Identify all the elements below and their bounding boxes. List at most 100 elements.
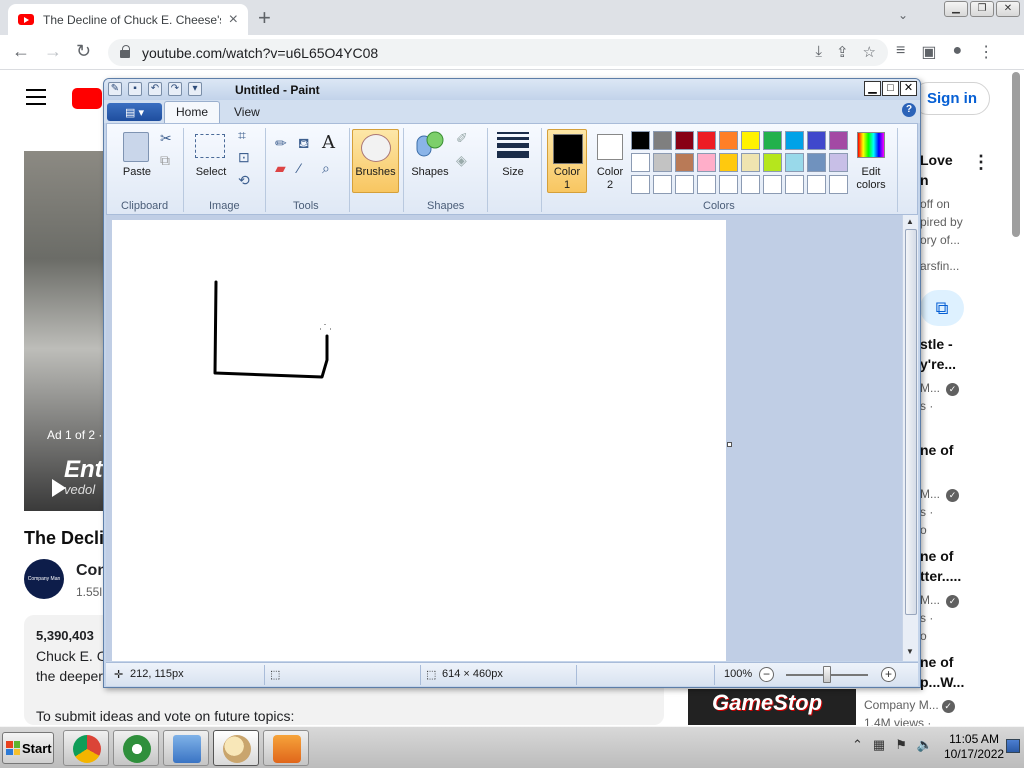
- scroll-thumb[interactable]: [905, 229, 917, 615]
- tab-close-icon[interactable]: ×: [229, 11, 238, 29]
- reload-icon[interactable]: ↻: [76, 41, 91, 62]
- drawing-canvas[interactable]: [112, 220, 726, 661]
- volume-icon[interactable]: 🔈: [917, 737, 933, 753]
- close-button[interactable]: ✕: [996, 1, 1020, 17]
- palette-swatch[interactable]: [653, 131, 672, 150]
- palette-swatch[interactable]: [741, 131, 760, 150]
- tab-home[interactable]: Home: [164, 101, 220, 124]
- related-video-title[interactable]: tter.....: [920, 568, 961, 584]
- hamburger-menu-icon[interactable]: [26, 89, 46, 110]
- restore-button[interactable]: ❐: [970, 1, 994, 17]
- related-video-title[interactable]: ne of: [920, 548, 953, 564]
- channel-avatar[interactable]: Company Man: [24, 559, 64, 599]
- palette-swatch[interactable]: [631, 175, 650, 194]
- paste-button[interactable]: Paste: [117, 166, 157, 178]
- palette-swatch[interactable]: [807, 131, 826, 150]
- outline-icon[interactable]: ✐: [456, 130, 468, 147]
- taskbar-chrome[interactable]: [63, 730, 109, 766]
- cut-icon[interactable]: ✂: [160, 130, 172, 147]
- palette-swatch[interactable]: [697, 131, 716, 150]
- network-icon[interactable]: ▦: [873, 737, 885, 753]
- forward-arrow-icon[interactable]: →: [44, 41, 62, 62]
- youtube-logo[interactable]: [72, 88, 102, 109]
- taskbar-paint[interactable]: [213, 730, 259, 766]
- side-panel-icon[interactable]: ▣: [921, 42, 936, 62]
- paint-app-icon[interactable]: ✎: [108, 82, 122, 96]
- shapes-icon[interactable]: [415, 130, 445, 160]
- install-icon[interactable]: ⤓: [815, 43, 822, 61]
- paint-maximize-button[interactable]: □: [882, 81, 899, 96]
- size-icon[interactable]: [497, 132, 529, 161]
- palette-swatch[interactable]: [785, 153, 804, 172]
- scroll-up-icon[interactable]: ▲: [906, 217, 914, 226]
- paste-icon[interactable]: [123, 132, 149, 162]
- palette-swatch[interactable]: [719, 175, 738, 194]
- action-center-icon[interactable]: ⚑: [895, 737, 907, 753]
- page-scrollbar[interactable]: [1012, 72, 1020, 237]
- open-external-icon[interactable]: ⧉: [920, 290, 964, 326]
- zoom-in-button[interactable]: +: [881, 667, 896, 682]
- canvas-resize-handle[interactable]: [727, 442, 732, 447]
- crop-icon[interactable]: ⌗: [238, 127, 246, 144]
- related-video-title[interactable]: ne of: [920, 442, 953, 458]
- magnifier-icon[interactable]: ⌕: [322, 160, 330, 177]
- system-clock[interactable]: 11:05 AM 10/17/2022: [944, 732, 1004, 762]
- related-video-title[interactable]: y're...: [920, 356, 956, 372]
- edit-colors-icon[interactable]: [857, 132, 885, 158]
- scroll-down-icon[interactable]: ▼: [906, 647, 914, 656]
- palette-swatch[interactable]: [653, 153, 672, 172]
- palette-swatch[interactable]: [675, 153, 694, 172]
- palette-swatch[interactable]: [807, 175, 826, 194]
- related-video-title[interactable]: Love: [920, 152, 953, 168]
- paint-close-button[interactable]: ✕: [900, 81, 917, 96]
- palette-swatch[interactable]: [763, 175, 782, 194]
- taskbar-media-player[interactable]: [113, 730, 159, 766]
- tab-search-icon[interactable]: ⌄: [898, 8, 908, 22]
- menu-kebab-icon[interactable]: ⋮: [978, 42, 994, 62]
- palette-swatch[interactable]: [763, 153, 782, 172]
- new-tab-button[interactable]: +: [258, 5, 271, 31]
- palette-swatch[interactable]: [763, 131, 782, 150]
- palette-swatch[interactable]: [675, 175, 694, 194]
- palette-swatch[interactable]: [631, 153, 650, 172]
- more-options-icon[interactable]: ⋮: [972, 152, 990, 173]
- save-icon[interactable]: ▪: [128, 82, 142, 96]
- back-arrow-icon[interactable]: ←: [12, 41, 30, 62]
- zoom-out-button[interactable]: −: [759, 667, 774, 682]
- paint-minimize-button[interactable]: ▁: [864, 81, 881, 96]
- palette-swatch[interactable]: [697, 153, 716, 172]
- palette-swatch[interactable]: [807, 153, 826, 172]
- paint-vertical-scrollbar[interactable]: ▲ ▼: [902, 215, 918, 661]
- fill-icon[interactable]: ◈: [456, 152, 467, 169]
- eraser-icon[interactable]: ▰: [275, 160, 286, 177]
- profile-icon[interactable]: ●: [952, 42, 962, 62]
- pencil-icon[interactable]: ✏: [275, 135, 287, 152]
- edit-colors-button[interactable]: Edit colors: [849, 166, 893, 192]
- palette-swatch[interactable]: [653, 175, 672, 194]
- palette-swatch[interactable]: [785, 175, 804, 194]
- palette-swatch[interactable]: [829, 153, 848, 172]
- palette-swatch[interactable]: [675, 131, 694, 150]
- share-icon[interactable]: ⇪: [836, 43, 849, 61]
- address-bar[interactable]: youtube.com/watch?v=u6L65O4YC08 ⤓ ⇪ ☆: [108, 39, 888, 66]
- palette-swatch[interactable]: [697, 175, 716, 194]
- bookmark-star-icon[interactable]: ☆: [863, 43, 876, 61]
- taskbar-video-app[interactable]: [263, 730, 309, 766]
- related-video-title[interactable]: ne of: [920, 654, 953, 670]
- related-video-title[interactable]: p...W...: [920, 674, 964, 690]
- taskbar-control-panel[interactable]: [163, 730, 209, 766]
- redo-icon[interactable]: ↷: [168, 82, 182, 96]
- palette-swatch[interactable]: [829, 131, 848, 150]
- palette-swatch[interactable]: [741, 175, 760, 194]
- show-hidden-icons[interactable]: ⌃: [852, 737, 863, 753]
- palette-swatch[interactable]: [829, 175, 848, 194]
- palette-swatch[interactable]: [631, 131, 650, 150]
- palette-swatch[interactable]: [785, 131, 804, 150]
- paint-title-bar[interactable]: ✎ ▪ ↶ ↷ ▾ Untitled - Paint ▁ □ ✕: [104, 79, 920, 100]
- sign-in-button[interactable]: Sign in: [912, 82, 990, 115]
- color2-button[interactable]: Color 2: [591, 166, 629, 192]
- paint-menu-button[interactable]: ▤ ▾: [107, 103, 162, 121]
- help-icon[interactable]: ?: [902, 103, 916, 117]
- shapes-button[interactable]: Shapes: [407, 166, 453, 178]
- show-desktop-button[interactable]: [1006, 739, 1020, 753]
